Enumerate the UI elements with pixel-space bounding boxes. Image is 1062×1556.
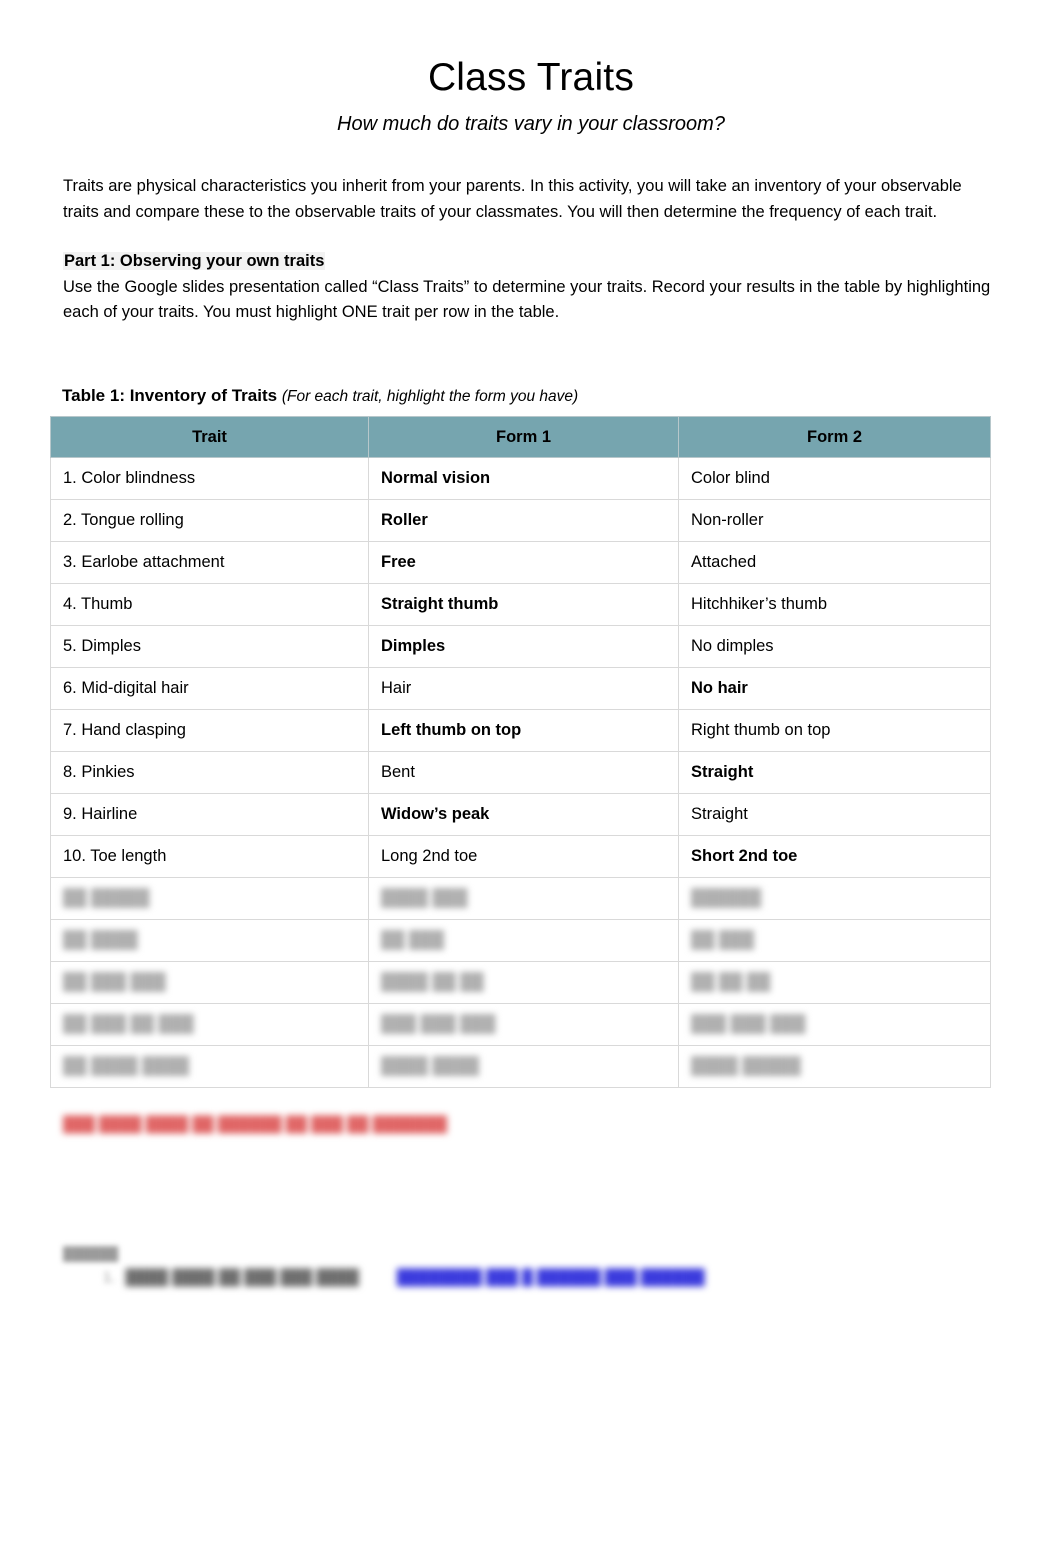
table-row: 8. Pinkies Bent Straight [50, 751, 991, 794]
form1-cell[interactable]: Dimples [368, 625, 679, 668]
form2-cell[interactable]: Straight [678, 793, 991, 836]
page-title: Class Traits [427, 56, 635, 99]
list-item-text: ████ ████ ██ ███ ███ ████ [125, 1269, 359, 1286]
redacted-cell: ██ ████ ████ [50, 1045, 369, 1088]
list-item-marker: 1. [103, 1269, 116, 1286]
traits-table-body: 1. Color blindness Normal vision Color bli… [50, 457, 991, 1088]
table-row: 10. Toe length Long 2nd toe Short 2nd toe [50, 835, 991, 878]
redacted-cell: ████ ████ [368, 1045, 679, 1088]
redacted-cell: ███ ███ ███ [368, 1003, 679, 1046]
redacted-cell: ██ ███ [678, 919, 991, 962]
form2-cell[interactable]: No hair [678, 667, 991, 710]
table-row-redacted: ██ ████ ████ ████ ████ ████ █████ [50, 1045, 991, 1088]
form2-cell[interactable]: Short 2nd toe [678, 835, 991, 878]
form1-cell[interactable]: Bent [368, 751, 679, 794]
form2-cell[interactable]: Straight [678, 751, 991, 794]
column-header-trait: Trait [50, 416, 369, 458]
table-caption-title: Table 1: Inventory of Traits [62, 386, 278, 405]
trait-cell[interactable]: 5. Dimples [50, 625, 369, 668]
intro-paragraph: Traits are physical characteristics you … [63, 177, 962, 221]
redacted-cell: ██ ██ ██ [678, 961, 991, 1004]
column-header-form2: Form 2 [678, 416, 991, 458]
redacted-cell: ██ ███ [368, 919, 679, 962]
form1-cell[interactable]: Widow’s peak [368, 793, 679, 836]
form2-cell[interactable]: Hitchhiker’s thumb [678, 583, 991, 626]
form1-cell[interactable]: Hair [368, 667, 679, 710]
part1-instructions: Use the Google slides presentation calle… [63, 277, 991, 322]
form1-cell[interactable]: Left thumb on top [368, 709, 679, 752]
redacted-cell: ████ ██ ██ [368, 961, 679, 1004]
trait-cell[interactable]: 1. Color blindness [50, 457, 369, 500]
table-row: 9. Hairline Widow’s peak Straight [50, 793, 991, 836]
table-row: 6. Mid-digital hair Hair No hair [50, 667, 991, 710]
form2-cell[interactable]: Non-roller [678, 499, 991, 542]
trait-cell[interactable]: 10. Toe length [50, 835, 369, 878]
body-text-block: Traits are physical characteristics you … [63, 174, 991, 326]
form2-cell[interactable]: Right thumb on top [678, 709, 991, 752]
table-row-redacted: ██ █████ ████ ███ ██████ [50, 877, 991, 920]
redacted-cell: ██ ████ [50, 919, 369, 962]
redacted-cell: ████ █████ [678, 1045, 991, 1088]
table-row: 2. Tongue rolling Roller Non-roller [50, 499, 991, 542]
table-row-redacted: ██ ███ ██ ███ ███ ███ ███ ███ ███ ███ [50, 1003, 991, 1046]
form2-cell[interactable]: Color blind [678, 457, 991, 500]
trait-cell[interactable]: 9. Hairline [50, 793, 369, 836]
redacted-cell: ████ ███ [368, 877, 679, 920]
form1-cell[interactable]: Normal vision [368, 457, 679, 500]
traits-table: Trait Form 1 Form 2 1. Color blindness No… [50, 416, 991, 1088]
redacted-cell: ██ ███ ██ ███ [50, 1003, 369, 1046]
table-row: 4. Thumb Straight thumb Hitchhiker’s thumb [50, 583, 991, 626]
bottom-section: ██████ 1. ████ ████ ██ ███ ███ ████ ████… [63, 1246, 963, 1286]
table-caption: Table 1: Inventory of Traits (For each t… [50, 372, 990, 416]
table-caption-note: (For each trait, highlight the form you … [281, 388, 579, 405]
trait-cell[interactable]: 2. Tongue rolling [50, 499, 369, 542]
form1-cell[interactable]: Long 2nd toe [368, 835, 679, 878]
bottom-list: 1. ████ ████ ██ ███ ███ ████ ████████ ██… [63, 1269, 963, 1286]
list-item-link[interactable]: ████████ ███ █ ██████ ███ ██████ [369, 1269, 705, 1286]
part1-heading-text: Part 1: Observing your own traits [63, 252, 326, 271]
traits-table-block: Table 1: Inventory of Traits (For each t… [50, 372, 991, 1088]
page-subtitle: How much do traits vary in your classroo… [337, 112, 725, 135]
table-row-redacted: ██ ████ ██ ███ ██ ███ [50, 919, 991, 962]
table-row: 7. Hand clasping Left thumb on top Right t… [50, 709, 991, 752]
table-row: 1. Color blindness Normal vision Color bli… [50, 457, 991, 500]
redacted-cell: ██ █████ [50, 877, 369, 920]
trait-cell[interactable]: 6. Mid-digital hair [50, 667, 369, 710]
trait-cell[interactable]: 7. Hand clasping [50, 709, 369, 752]
form2-cell[interactable]: Attached [678, 541, 991, 584]
column-header-form1: Form 1 [368, 416, 679, 458]
form1-cell[interactable]: Roller [368, 499, 679, 542]
red-note-text: ███ ████ ████ ██ ██████ ██ ███ ██ ██████… [63, 1116, 448, 1133]
form2-cell[interactable]: No dimples [678, 625, 991, 668]
trait-cell[interactable]: 4. Thumb [50, 583, 369, 626]
table-row: 3. Earlobe attachment Free Attached [50, 541, 991, 584]
redacted-cell: ███ ███ ███ [678, 1003, 991, 1046]
redacted-cell: ██ ███ ███ [50, 961, 369, 1004]
table-row: 5. Dimples Dimples No dimples [50, 625, 991, 668]
table-row-redacted: ██ ███ ███ ████ ██ ██ ██ ██ ██ [50, 961, 991, 1004]
part1-heading: Part 1: Observing your own traits [63, 249, 991, 275]
table-header-row: Trait Form 1 Form 2 [50, 416, 991, 458]
trait-cell[interactable]: 3. Earlobe attachment [50, 541, 369, 584]
trait-cell[interactable]: 8. Pinkies [50, 751, 369, 794]
redacted-cell: ██████ [678, 877, 991, 920]
document-page: Class Traits How much do traits vary in … [0, 0, 1062, 1556]
bottom-section-heading: ██████ [63, 1246, 119, 1261]
form1-cell[interactable]: Free [368, 541, 679, 584]
form1-cell[interactable]: Straight thumb [368, 583, 679, 626]
